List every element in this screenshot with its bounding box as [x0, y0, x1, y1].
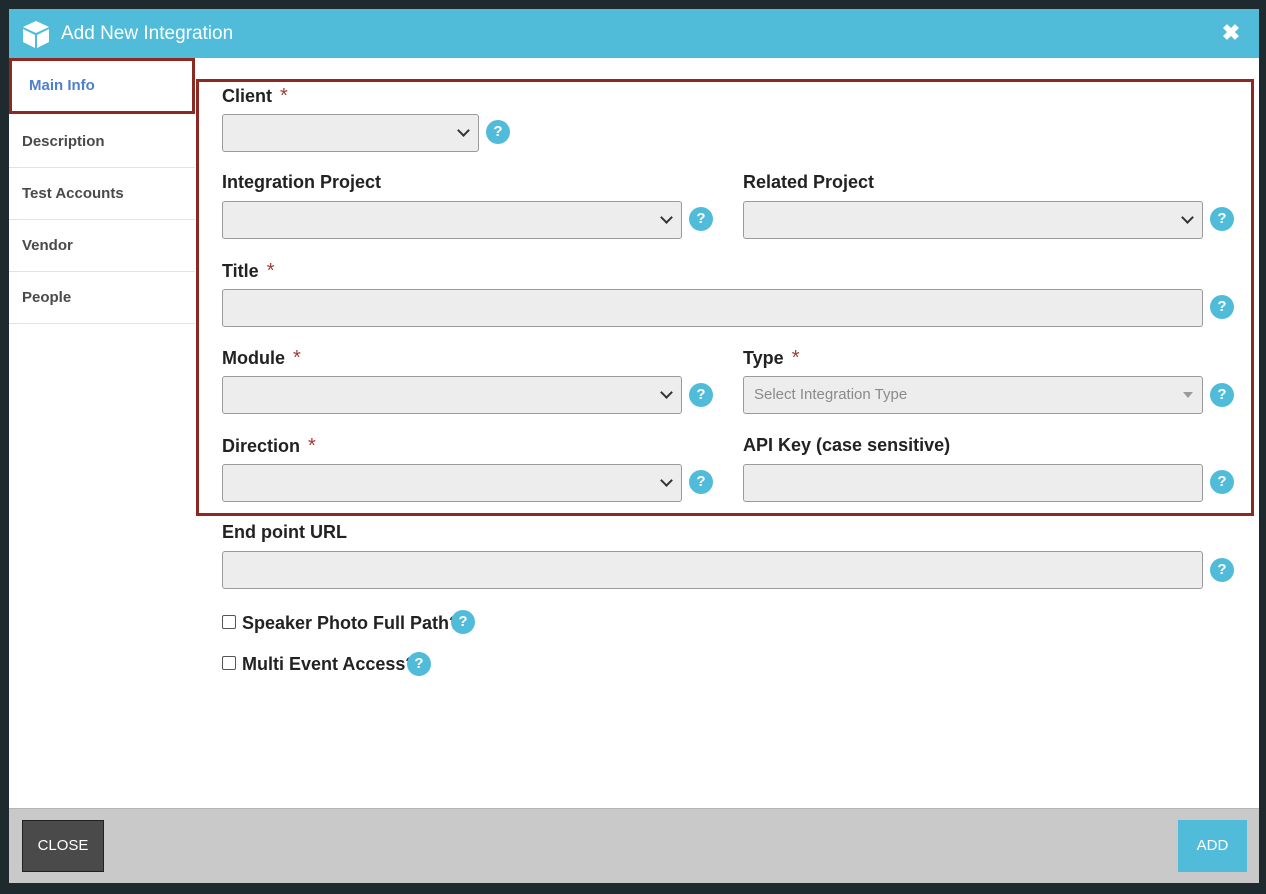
- type-select[interactable]: Select Integration Type: [743, 376, 1203, 414]
- module-label-text: Module: [222, 348, 285, 368]
- speaker-photo-label: Speaker Photo Full Path?: [242, 613, 461, 633]
- direction-select[interactable]: [222, 464, 682, 502]
- module-select[interactable]: [222, 376, 682, 414]
- required-mark: *: [293, 347, 301, 369]
- help-icon[interactable]: ?: [689, 383, 713, 407]
- help-icon[interactable]: ?: [1210, 470, 1234, 494]
- speaker-photo-checkbox[interactable]: [222, 615, 236, 629]
- help-icon[interactable]: ?: [1210, 383, 1234, 407]
- api-key-input[interactable]: [743, 464, 1203, 502]
- help-icon[interactable]: ?: [1210, 207, 1234, 231]
- box-icon: [23, 21, 49, 48]
- endpoint-url-input[interactable]: [222, 551, 1203, 589]
- title-label: Title *: [222, 260, 274, 283]
- multi-event-checkbox[interactable]: [222, 656, 236, 670]
- related-project-label: Related Project: [743, 172, 875, 192]
- caret-down-icon: [1183, 392, 1193, 398]
- chevron-down-icon: [1181, 211, 1194, 224]
- type-label: Type *: [743, 347, 799, 370]
- required-mark: *: [791, 347, 800, 369]
- add-integration-modal: Add New Integration ✖ Main Info Descript…: [9, 9, 1259, 883]
- help-icon[interactable]: ?: [451, 610, 475, 634]
- related-project-select[interactable]: [743, 201, 1203, 239]
- help-icon[interactable]: ?: [689, 207, 713, 231]
- chevron-down-icon: [660, 386, 673, 399]
- sidebar-item-main-info[interactable]: Main Info: [9, 58, 195, 114]
- api-key-label: API Key (case sensitive): [743, 435, 951, 455]
- chevron-down-icon: [457, 124, 470, 137]
- client-label: Client *: [222, 85, 288, 108]
- chevron-down-icon: [660, 474, 673, 487]
- integration-project-select[interactable]: [222, 201, 682, 239]
- module-label: Module *: [222, 347, 301, 370]
- chevron-down-icon: [660, 211, 673, 224]
- help-icon[interactable]: ?: [407, 652, 431, 676]
- help-icon[interactable]: ?: [1210, 295, 1234, 319]
- sidebar-item-description[interactable]: Description: [9, 116, 195, 168]
- close-icon[interactable]: ✖: [1221, 22, 1241, 44]
- modal-footer: CLOSE ADD: [9, 808, 1259, 883]
- required-mark: *: [308, 435, 316, 457]
- type-label-text: Type: [743, 348, 784, 368]
- sidebar-item-people[interactable]: People: [9, 272, 195, 324]
- integration-project-label: Integration Project: [222, 172, 382, 192]
- title-label-text: Title: [222, 261, 259, 281]
- required-mark: *: [280, 85, 288, 107]
- modal-header: Add New Integration ✖: [9, 9, 1259, 58]
- help-icon[interactable]: ?: [1210, 558, 1234, 582]
- modal-title: Add New Integration: [61, 23, 234, 44]
- direction-label: Direction *: [222, 435, 316, 458]
- endpoint-url-label: End point URL: [222, 522, 347, 542]
- required-mark: *: [266, 260, 275, 282]
- client-select[interactable]: [222, 114, 479, 152]
- add-button[interactable]: ADD: [1178, 820, 1247, 872]
- sidebar-item-vendor[interactable]: Vendor: [9, 220, 195, 272]
- title-input[interactable]: [222, 289, 1203, 327]
- sidebar-item-test-accounts[interactable]: Test Accounts: [9, 168, 195, 220]
- type-placeholder: Select Integration Type: [754, 386, 908, 403]
- direction-label-text: Direction: [222, 436, 301, 456]
- help-icon[interactable]: ?: [486, 120, 510, 144]
- multi-event-label: Multi Event Access?: [242, 654, 417, 674]
- close-button[interactable]: CLOSE: [22, 820, 104, 872]
- client-label-text: Client: [222, 86, 273, 106]
- help-icon[interactable]: ?: [689, 470, 713, 494]
